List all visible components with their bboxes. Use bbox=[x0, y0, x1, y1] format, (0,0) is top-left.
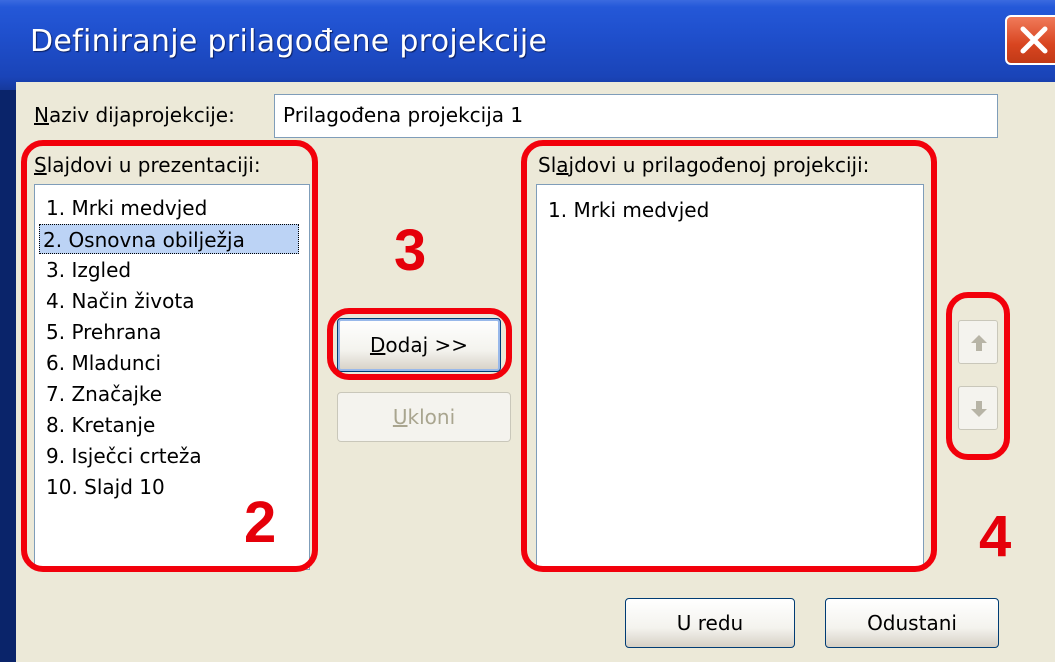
callout-number-middle: 3 bbox=[394, 218, 427, 283]
callout-number-left: 2 bbox=[244, 490, 277, 555]
remove-button[interactable]: Ukloni bbox=[337, 392, 511, 442]
show-name-input[interactable]: Prilagođena projekcija 1 bbox=[274, 94, 998, 138]
close-icon bbox=[1020, 26, 1048, 54]
close-button[interactable] bbox=[1005, 15, 1055, 65]
callout-frame-arrows bbox=[946, 292, 1010, 460]
ok-button[interactable]: U redu bbox=[625, 598, 795, 648]
name-label: Naziv dijaprojekcije: bbox=[34, 103, 235, 127]
callout-number-right: 4 bbox=[979, 504, 1012, 569]
dialog-title: Definiranje prilagođene projekcije bbox=[30, 24, 548, 59]
callout-frame-right bbox=[521, 140, 937, 572]
callout-frame-add bbox=[327, 308, 512, 380]
dialog-window: Definiranje prilagođene projekcije Naziv… bbox=[0, 0, 1055, 662]
cancel-button[interactable]: Odustani bbox=[825, 598, 999, 648]
title-bar[interactable]: Definiranje prilagođene projekcije bbox=[0, 0, 1055, 90]
